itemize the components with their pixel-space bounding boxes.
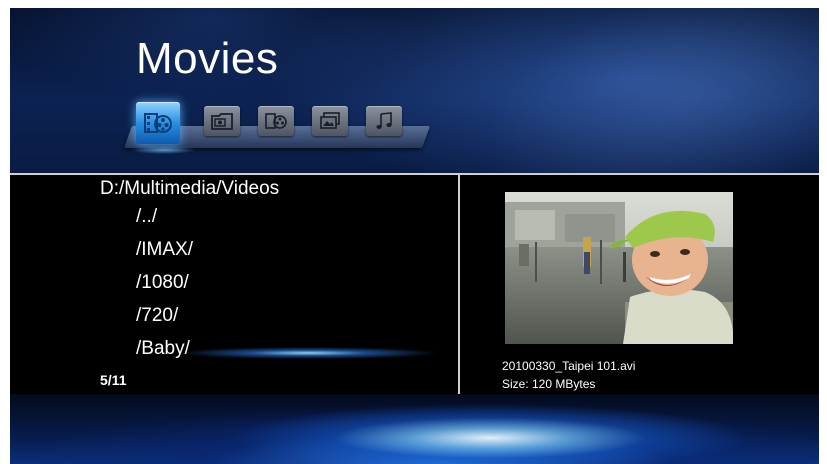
- file-item-parent[interactable]: /../: [136, 206, 157, 228]
- file-item-imax[interactable]: /IMAX/: [136, 239, 193, 261]
- preview-file-name: 20100330_Taipei 101.avi: [502, 359, 636, 373]
- media-player-screen: Movies D:/Multimedia/Videos /../ /IMAX/ …: [10, 8, 819, 464]
- footer-wave: [10, 394, 819, 464]
- file-item-baby-selected[interactable]: /Baby/: [136, 338, 190, 360]
- page-title: Movies: [136, 34, 279, 83]
- category-video-button[interactable]: [258, 106, 294, 136]
- photo-slides-icon: [320, 112, 340, 129]
- movie-reel-icon: [144, 113, 172, 133]
- category-movies-button[interactable]: [136, 102, 180, 144]
- preview-thumbnail: [505, 192, 733, 344]
- divider-middle: [458, 173, 460, 396]
- category-music-button[interactable]: [366, 106, 402, 136]
- child-photo-image: [505, 192, 733, 344]
- current-path: D:/Multimedia/Videos: [100, 178, 280, 199]
- file-item-1080[interactable]: /1080/: [136, 272, 189, 294]
- active-category-glow: [132, 146, 196, 154]
- music-note-icon: [376, 112, 392, 129]
- category-photos-button[interactable]: [312, 106, 348, 136]
- photo-folder-icon: [211, 113, 233, 130]
- selection-highlight: [188, 341, 438, 365]
- item-counter: 5/11: [100, 372, 127, 388]
- divider-top: [10, 173, 819, 175]
- file-item-720[interactable]: /720/: [136, 305, 178, 327]
- category-photo-folder-button[interactable]: [204, 106, 240, 136]
- preview-file-size: Size: 120 MBytes: [502, 377, 596, 391]
- movie-reel-icon: [265, 113, 287, 129]
